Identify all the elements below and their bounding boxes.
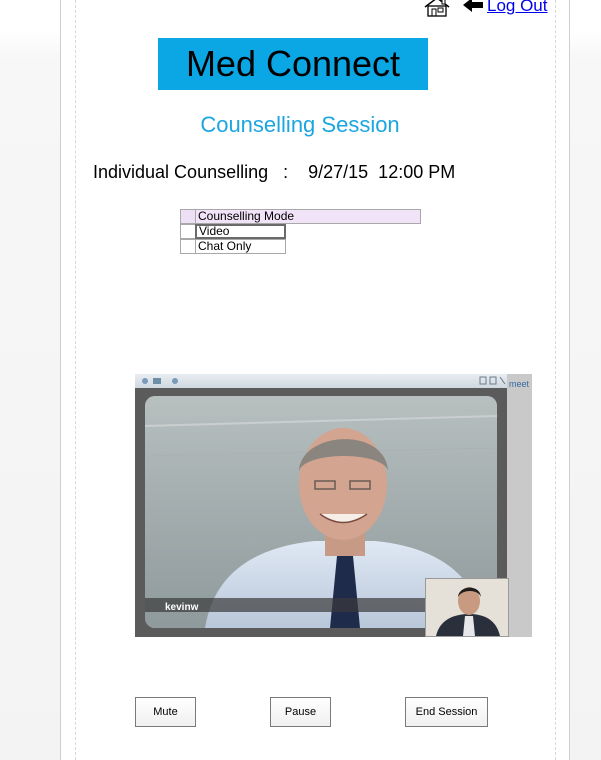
back-arrow-icon[interactable]: [462, 0, 484, 13]
mode-option-label[interactable]: Chat Only: [195, 239, 286, 254]
end-session-button[interactable]: End Session: [405, 697, 488, 727]
video-side-panel: meet: [507, 374, 532, 637]
mute-button[interactable]: Mute: [135, 697, 196, 727]
logout-link[interactable]: Log Out: [487, 0, 548, 16]
mode-option-marker[interactable]: [180, 239, 196, 254]
video-side-label: meet: [509, 379, 530, 389]
home-icon[interactable]: [423, 0, 451, 17]
page-title: Counselling Session: [200, 112, 400, 137]
self-view-image: [426, 579, 508, 636]
pause-button[interactable]: Pause: [270, 697, 331, 727]
session-info: Individual Counselling : 9/27/15 12:00 P…: [93, 162, 456, 182]
video-toolbar-icons: [142, 376, 506, 385]
video-window: meet kevinw: [135, 374, 532, 637]
caller-name-label: kevinw: [165, 602, 199, 613]
self-view-feed: [425, 578, 509, 637]
mode-option-label[interactable]: Video: [195, 224, 286, 239]
mode-option-video[interactable]: Video: [180, 224, 286, 239]
mode-header-row: Counselling Mode: [180, 209, 421, 224]
brand-banner: Med Connect: [158, 38, 428, 90]
video-toolbar: [135, 374, 507, 388]
mode-header-label: Counselling Mode: [195, 209, 421, 224]
mode-option-chat-only[interactable]: Chat Only: [180, 239, 286, 254]
mode-option-marker[interactable]: [180, 224, 196, 239]
mode-header-marker: [180, 209, 196, 224]
